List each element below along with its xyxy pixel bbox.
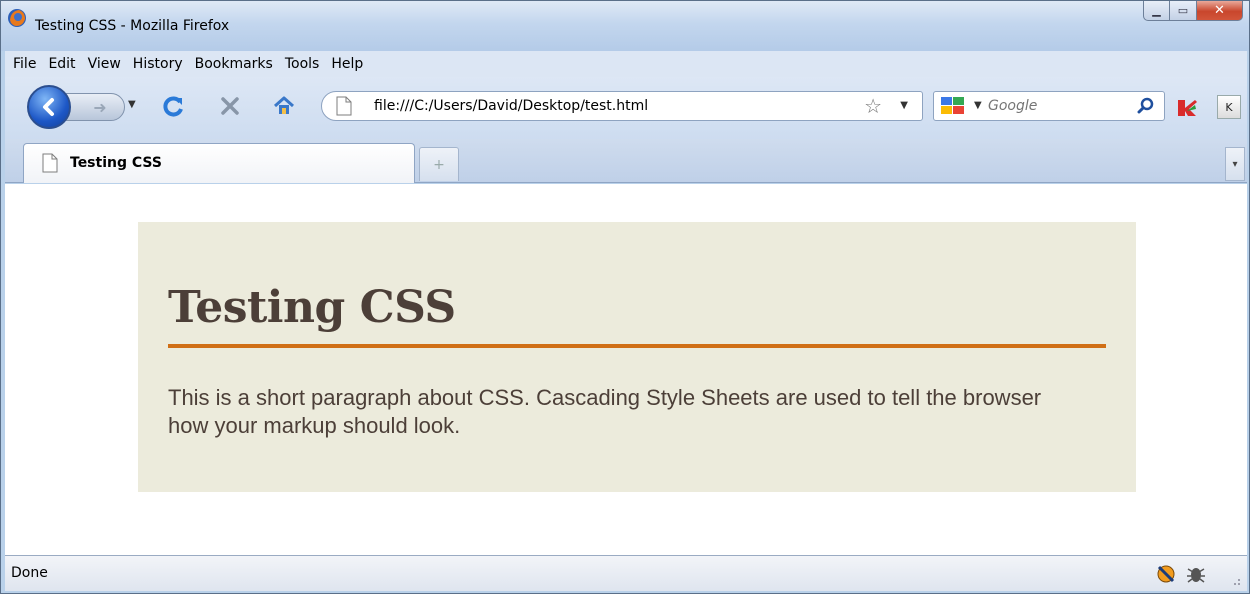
home-icon xyxy=(274,96,294,114)
url-text[interactable]: file:///C:/Users/David/Desktop/test.html xyxy=(374,98,648,114)
window-controls: ▁ ▭ ✕ xyxy=(1143,1,1243,21)
menu-tools[interactable]: Tools xyxy=(279,56,326,72)
page-paragraph: This is a short paragraph about CSS. Cas… xyxy=(168,385,1042,438)
keyboard-extension-icon[interactable]: K xyxy=(1217,95,1241,119)
search-input[interactable] xyxy=(988,96,1128,116)
tab-strip: Testing CSS + ▾ xyxy=(5,139,1247,183)
menu-edit[interactable]: Edit xyxy=(42,56,81,72)
plus-icon: + xyxy=(433,156,445,173)
stop-button[interactable] xyxy=(217,93,243,119)
search-icon[interactable] xyxy=(1136,96,1156,116)
content-panel: Testing CSS This is a short paragraph ab… xyxy=(138,222,1136,492)
stop-icon xyxy=(221,97,239,115)
minimize-icon: ▁ xyxy=(1152,4,1161,17)
browser-window: Testing CSS - Mozilla Firefox ▁ ▭ ✕ File… xyxy=(0,0,1250,594)
menu-help[interactable]: Help xyxy=(325,56,369,72)
heading-rule xyxy=(168,344,1106,348)
reload-icon xyxy=(163,96,183,117)
maximize-icon: ▭ xyxy=(1177,4,1189,17)
bug-icon[interactable] xyxy=(1185,563,1207,585)
status-bar: Done xyxy=(5,555,1247,591)
navigation-toolbar: ➜ ▼ file:///C:/Users/David/Desktop/test.… xyxy=(5,77,1247,139)
menu-bar: File Edit View History Bookmarks Tools H… xyxy=(5,51,1247,77)
history-dropdown-icon[interactable]: ▼ xyxy=(128,99,136,110)
back-arrow-icon xyxy=(43,98,54,116)
reload-button[interactable] xyxy=(161,93,187,119)
page-icon xyxy=(336,96,352,116)
firebug-icon[interactable] xyxy=(1155,563,1177,585)
tab-label: Testing CSS xyxy=(70,155,162,171)
firefox-icon xyxy=(8,9,26,27)
menu-file[interactable]: File xyxy=(7,56,42,72)
back-forward-group: ➜ ▼ xyxy=(27,85,151,129)
forward-button[interactable]: ➜ xyxy=(65,93,125,121)
menu-history[interactable]: History xyxy=(127,56,189,72)
minimize-button[interactable]: ▁ xyxy=(1143,1,1170,21)
chevron-down-icon: ▾ xyxy=(1232,158,1238,170)
page-content: Testing CSS This is a short paragraph ab… xyxy=(5,184,1247,555)
page-heading: Testing CSS xyxy=(168,282,456,333)
title-bar: Testing CSS - Mozilla Firefox ▁ ▭ ✕ xyxy=(1,1,1249,51)
back-button[interactable] xyxy=(27,85,71,129)
home-button[interactable] xyxy=(271,93,297,119)
resize-grip-icon[interactable] xyxy=(1231,576,1241,586)
menu-view[interactable]: View xyxy=(82,56,127,72)
tab-list-button[interactable]: ▾ xyxy=(1225,147,1245,181)
bookmark-star-icon[interactable]: ☆ xyxy=(864,94,882,118)
search-bar[interactable]: ▼ xyxy=(933,91,1165,121)
google-engine-icon[interactable] xyxy=(940,96,966,116)
address-bar[interactable]: file:///C:/Users/David/Desktop/test.html… xyxy=(321,91,923,121)
status-text: Done xyxy=(11,565,48,581)
window-title: Testing CSS - Mozilla Firefox xyxy=(35,18,230,34)
maximize-button[interactable]: ▭ xyxy=(1170,1,1197,21)
new-tab-button[interactable]: + xyxy=(419,147,459,181)
kaspersky-icon[interactable] xyxy=(1175,97,1199,119)
engine-dropdown-icon[interactable]: ▼ xyxy=(974,100,982,111)
forward-arrow-icon: ➜ xyxy=(93,97,107,117)
tab-testing-css[interactable]: Testing CSS xyxy=(23,143,415,183)
url-dropdown-icon[interactable]: ▼ xyxy=(900,100,908,111)
page-icon xyxy=(42,153,58,173)
close-button[interactable]: ✕ xyxy=(1197,1,1243,21)
close-icon: ✕ xyxy=(1214,3,1225,18)
menu-bookmarks[interactable]: Bookmarks xyxy=(189,56,279,72)
